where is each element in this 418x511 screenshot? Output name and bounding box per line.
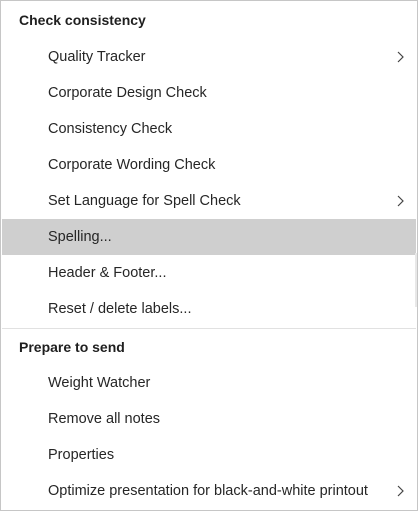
- menu-item-label: Remove all notes: [48, 411, 161, 427]
- menu-item-header-footer[interactable]: Header & Footer...: [2, 255, 416, 291]
- menu-item-label: Corporate Wording Check: [48, 157, 216, 173]
- menu-item-label: Reset / delete labels...: [48, 301, 192, 317]
- scrollbar-edge: [415, 253, 417, 307]
- menu-item-label: Spelling...: [48, 229, 112, 245]
- menu-item-set-language[interactable]: Set Language for Spell Check: [2, 183, 416, 219]
- menu-item-weight-watcher[interactable]: Weight Watcher: [2, 365, 416, 401]
- menu-item-label: Header & Footer...: [48, 265, 167, 281]
- menu-item-label: Quality Tracker: [48, 49, 146, 65]
- menu-item-label: Optimize presentation for black-and-whit…: [48, 483, 368, 499]
- section-header-check-consistency: Check consistency: [19, 12, 146, 28]
- chevron-right-icon: [397, 51, 404, 63]
- menu-item-reset-delete-labels[interactable]: Reset / delete labels...: [2, 291, 416, 327]
- menu-item-label: Properties: [48, 447, 115, 463]
- menu-item-corporate-wording-check[interactable]: Corporate Wording Check: [2, 147, 416, 183]
- section-separator: [2, 328, 416, 329]
- menu-item-consistency-check[interactable]: Consistency Check: [2, 111, 416, 147]
- menu-item-optimize-bw-printout[interactable]: Optimize presentation for black-and-whit…: [2, 473, 416, 509]
- menu-item-label: Set Language for Spell Check: [48, 193, 241, 209]
- menu-item-properties[interactable]: Properties: [2, 437, 416, 473]
- menu-item-label: Corporate Design Check: [48, 85, 207, 101]
- chevron-right-icon: [397, 485, 404, 497]
- menu-item-label: Weight Watcher: [48, 375, 151, 391]
- context-menu: Check consistency Quality Tracker Corpor…: [0, 0, 418, 511]
- menu-item-remove-all-notes[interactable]: Remove all notes: [2, 401, 416, 437]
- menu-item-label: Consistency Check: [48, 121, 173, 137]
- menu-item-quality-tracker[interactable]: Quality Tracker: [2, 39, 416, 75]
- menu-item-corporate-design-check[interactable]: Corporate Design Check: [2, 75, 416, 111]
- chevron-right-icon: [397, 195, 404, 207]
- menu-item-spelling[interactable]: Spelling...: [2, 219, 416, 255]
- section-header-prepare-to-send: Prepare to send: [19, 339, 125, 355]
